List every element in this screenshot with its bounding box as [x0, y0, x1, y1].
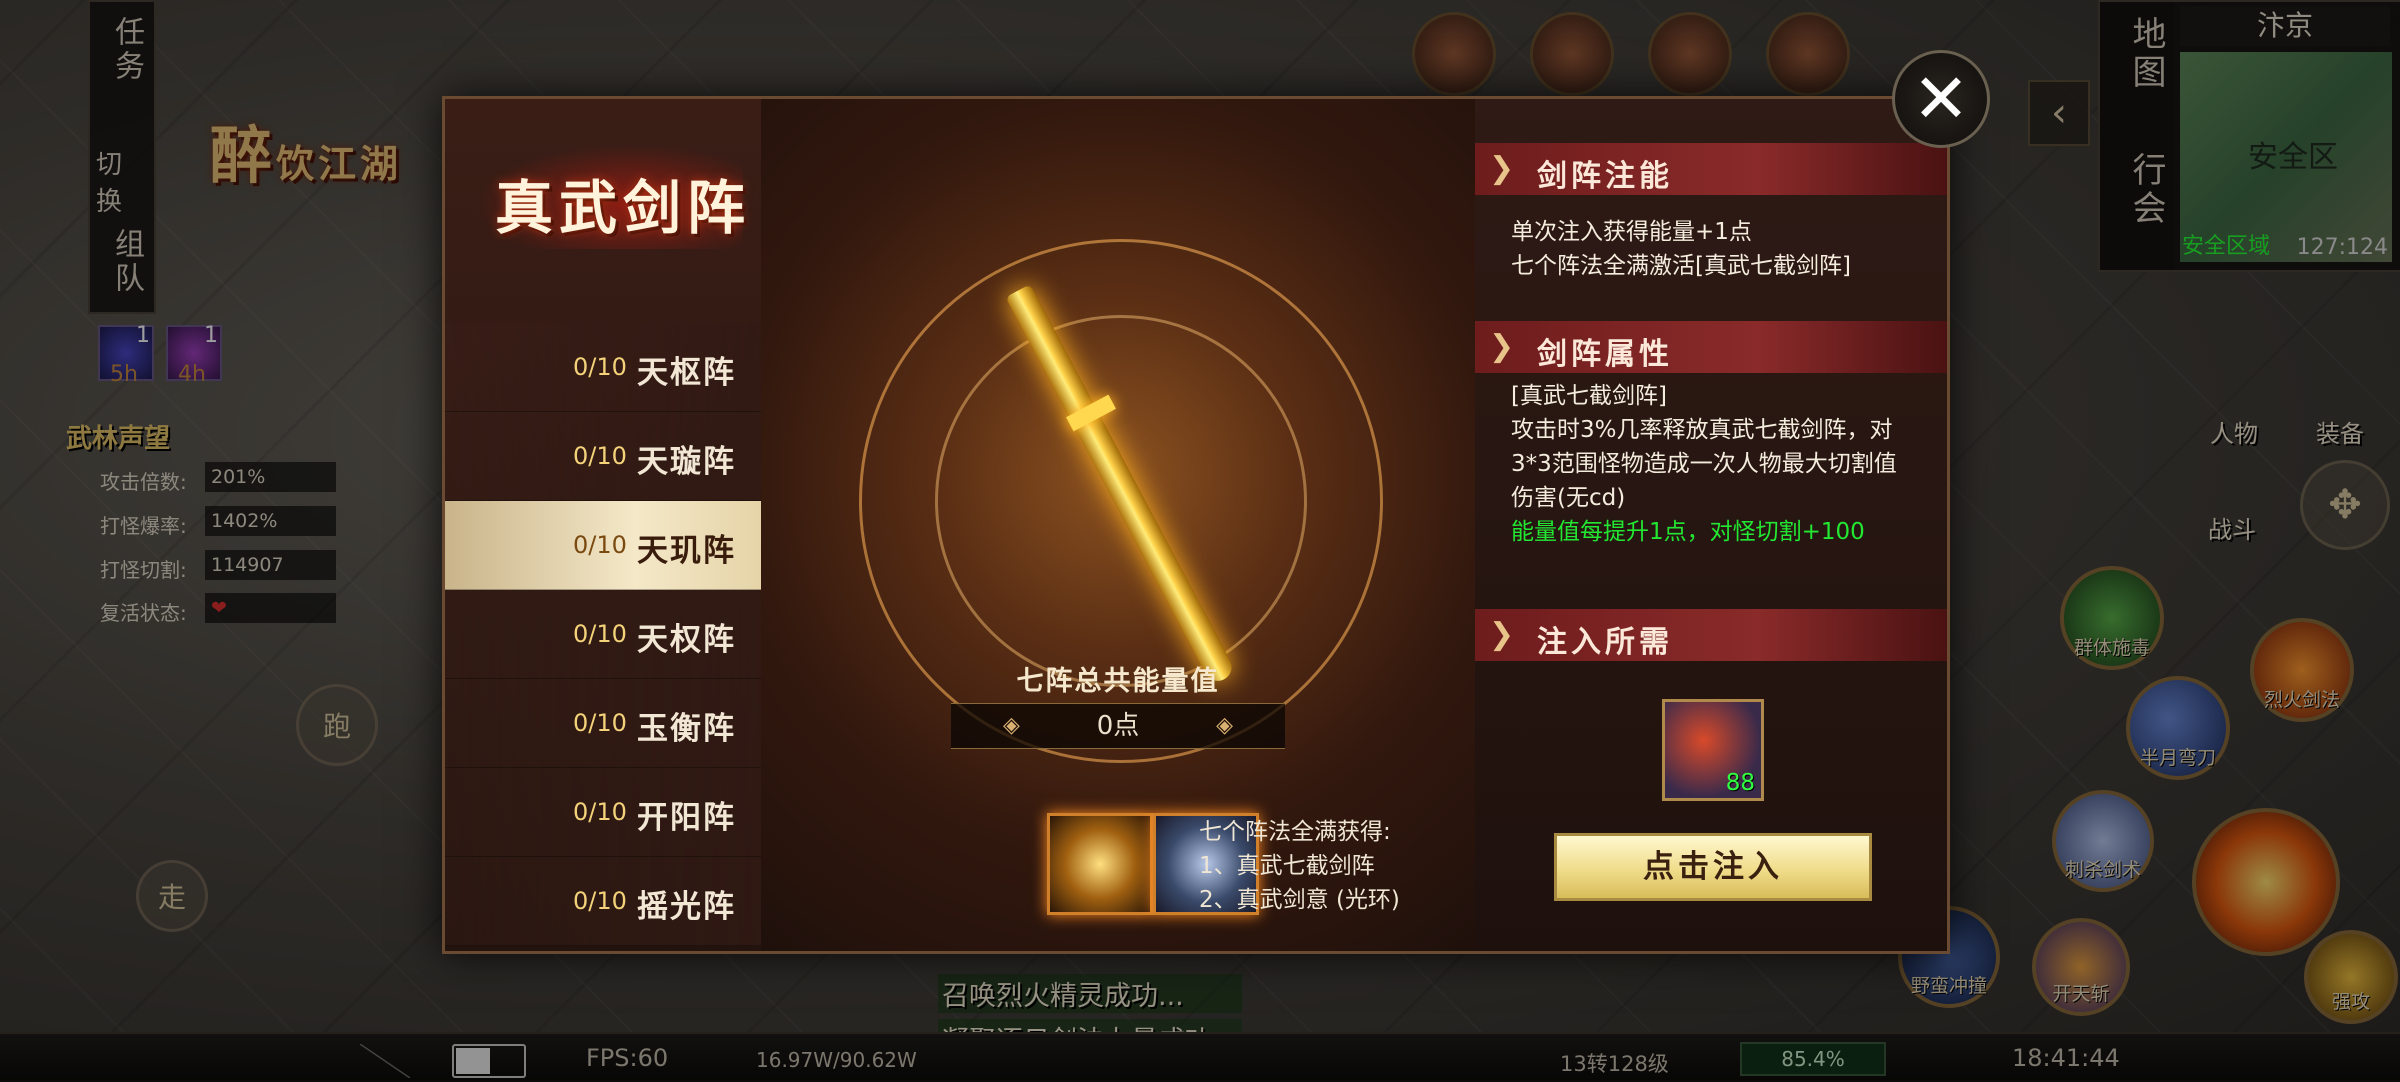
formation-name: 玉衡阵 — [637, 711, 736, 747]
formation-progress: 0/10 — [573, 353, 627, 381]
formation-name: 摇光阵 — [637, 889, 736, 925]
section-attribute-header: ❯ 剑阵属性 — [1475, 321, 1947, 373]
formation-item[interactable]: 0/10 天玑阵 — [445, 501, 761, 590]
ornament-left-icon: ◈ — [1003, 713, 1020, 738]
formation-item[interactable]: 0/10 天璇阵 — [445, 412, 761, 501]
formation-name: 天玑阵 — [637, 533, 736, 569]
formation-display: 七阵总共能量值 ◈ 0点 ◈ 七个阵法全满获得: 1、真武七截剑阵 2、真武剑意… — [761, 99, 1475, 951]
energy-label: 七阵总共能量值 — [1016, 666, 1220, 697]
formation-progress: 0/10 — [573, 531, 627, 559]
formation-progress: 0/10 — [573, 887, 627, 915]
formation-item[interactable]: 0/10 天权阵 — [445, 590, 761, 679]
close-icon[interactable]: ✕ — [1892, 50, 1990, 148]
formation-item[interactable]: 0/10 摇光阵 — [445, 857, 761, 946]
wing-icon: ❯ — [1489, 617, 1515, 652]
energy-description: 单次注入获得能量+1点 七个阵法全满激活[真武七截剑阵] — [1511, 219, 1851, 279]
wing-icon: ❯ — [1489, 151, 1515, 186]
inject-button[interactable]: 点击注入 — [1554, 833, 1872, 901]
section-energy-header: ❯ 剑阵注能 — [1475, 143, 1947, 195]
ornament-right-icon: ◈ — [1216, 713, 1233, 738]
wing-icon: ❯ — [1489, 329, 1515, 364]
formation-info-panel: ❯ 剑阵注能 单次注入获得能量+1点 七个阵法全满激活[真武七截剑阵] ❯ 剑阵… — [1475, 99, 1947, 951]
formation-progress: 0/10 — [573, 709, 627, 737]
required-item-slot[interactable]: 88 — [1662, 699, 1764, 801]
section-cost-header: ❯ 注入所需 — [1475, 609, 1947, 661]
energy-value: ◈ 0点 ◈ — [951, 703, 1285, 749]
reward-description: 七个阵法全满获得: 1、真武七截剑阵 2、真武剑意 (光环) — [1199, 819, 1400, 913]
reward-formation-icon[interactable] — [1047, 813, 1153, 915]
item-count: 88 — [1725, 770, 1755, 796]
dialog-title: 真武剑阵 — [495, 174, 752, 242]
formation-name: 天枢阵 — [637, 355, 736, 391]
formation-name: 开阳阵 — [637, 800, 736, 836]
formation-progress: 0/10 — [573, 620, 627, 648]
formation-list: 0/10 天枢阵 0/10 天璇阵 0/10 天玑阵 0/10 天权阵 0/10 玉衡阵 0/10 开… — [445, 323, 761, 946]
formation-item[interactable]: 0/10 天枢阵 — [445, 323, 761, 412]
formation-item[interactable]: 0/10 玉衡阵 — [445, 679, 761, 768]
formation-sidebar: 真武剑阵 0/10 天枢阵 0/10 天璇阵 0/10 天玑阵 0/10 天权阵 0/10 玉衡阵… — [445, 99, 761, 951]
formation-item[interactable]: 0/10 开阳阵 — [445, 768, 761, 857]
formation-name: 天璇阵 — [637, 444, 736, 480]
formation-progress: 0/10 — [573, 798, 627, 826]
formation-progress: 0/10 — [573, 442, 627, 470]
sword-formation-dialog: 真武剑阵 0/10 天枢阵 0/10 天璇阵 0/10 天玑阵 0/10 天权阵 0/10 玉衡阵… — [442, 96, 1950, 954]
attribute-description: [真武七截剑阵] 攻击时3%几率释放真武七截剑阵，对 3*3范围怪物造成一次人物… — [1511, 383, 1897, 545]
formation-name: 天权阵 — [637, 622, 736, 658]
